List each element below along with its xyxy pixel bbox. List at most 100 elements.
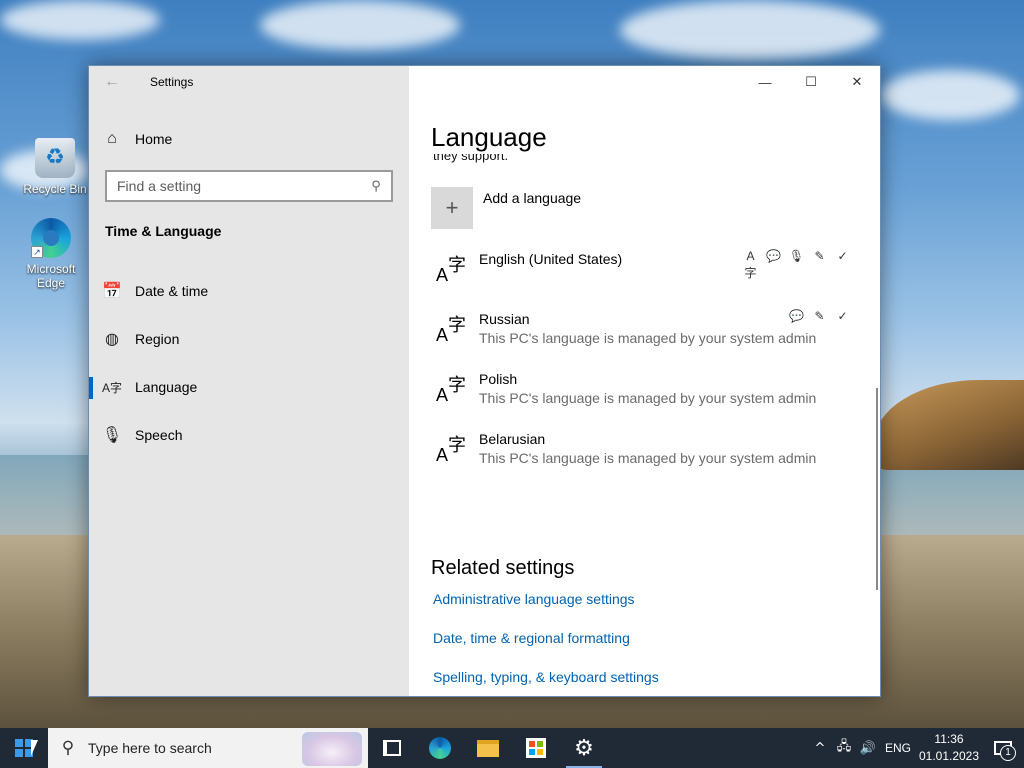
category-title: Time & Language	[105, 223, 222, 239]
language-icon: A字	[436, 375, 466, 405]
nav-home-label: Home	[135, 131, 173, 147]
clock[interactable]: 11:36 01.01.2023	[916, 731, 982, 765]
language-name: Belarusian	[479, 431, 546, 447]
volume-icon[interactable]: 🔊	[856, 741, 880, 756]
recycle-bin-label: Recycle Bin	[23, 182, 87, 196]
file-explorer-taskbar-button[interactable]	[464, 728, 512, 768]
start-button[interactable]	[0, 728, 48, 768]
text-to-speech-icon: 💬	[789, 309, 804, 323]
page-title: Language	[431, 122, 547, 152]
maximize-button[interactable]: ☐	[788, 66, 834, 98]
edge-taskbar-button[interactable]	[416, 728, 464, 768]
language-name: English (United States)	[479, 251, 623, 267]
scrollbar-thumb[interactable]	[876, 388, 878, 590]
scrolled-text-fragment: they support.	[433, 154, 509, 163]
mouse-cursor	[31, 740, 38, 756]
store-icon	[526, 738, 546, 758]
language-feature-icons: A字 💬 🎙 ✎ ✓	[742, 248, 851, 280]
language-item-english[interactable]: A字 English (United States) A字 💬 🎙 ✎ ✓	[431, 247, 851, 303]
input-language-indicator[interactable]: ENG	[880, 741, 916, 755]
language-status: This PC's language is managed by your sy…	[479, 390, 817, 406]
language-status: This PC's language is managed by your sy…	[479, 330, 817, 346]
find-setting-box[interactable]: ⚲	[105, 170, 393, 202]
taskbar-search-box[interactable]: ⚲ Type here to search	[48, 728, 368, 768]
settings-taskbar-button[interactable]: ⚙	[560, 728, 608, 768]
system-tray: ^ 🖧 🔊 ENG 11:36 01.01.2023 1	[808, 728, 1024, 768]
gear-icon: ⚙	[574, 735, 594, 761]
sidebar-item-label: Region	[135, 331, 180, 347]
minimize-icon: —	[758, 74, 772, 90]
language-feature-icons: 💬 ✎ ✓	[788, 308, 851, 325]
find-setting-input[interactable]	[107, 178, 361, 194]
sidebar-item-label: Language	[135, 379, 198, 395]
settings-window: ← Settings ⌂ Home ⚲ Time & Language 📅 Da…	[88, 65, 881, 697]
settings-sidebar: ← Settings ⌂ Home ⚲ Time & Language 📅 Da…	[89, 66, 409, 696]
keyboard-settings-link[interactable]: Spelling, typing, & keyboard settings	[433, 669, 659, 685]
add-language-label: Add a language	[483, 190, 582, 206]
edge-desktop-icon[interactable]: ↗ Microsoft Edge	[16, 218, 86, 290]
taskbar: ⚲ Type here to search ⚙ ^ 🖧 🔊 ENG 11:36 …	[0, 728, 1024, 768]
language-icon: A字	[436, 315, 466, 345]
title-bar[interactable]: ← Settings	[89, 66, 409, 98]
microphone-icon: 🎙	[101, 427, 123, 444]
edge-icon: ↗	[31, 218, 71, 258]
clock-time: 11:36	[934, 732, 964, 746]
minimize-button[interactable]: —	[742, 66, 788, 98]
related-settings-title: Related settings	[431, 557, 575, 579]
recycle-bin-desktop-icon[interactable]: Recycle Bin	[20, 138, 90, 196]
close-button[interactable]: ✕	[834, 66, 880, 98]
language-item-belarusian[interactable]: A字 Belarusian This PC's language is mana…	[431, 427, 851, 483]
sidebar-item-language[interactable]: A字 Language	[89, 367, 409, 407]
sidebar-item-date-time[interactable]: 📅 Date & time	[89, 271, 409, 311]
close-icon: ✕	[851, 74, 863, 89]
edge-label: Microsoft Edge	[26, 262, 76, 290]
edge-icon	[429, 737, 451, 759]
maximize-icon: ☐	[805, 74, 817, 89]
home-icon: ⌂	[107, 130, 117, 147]
speech-recognition-icon: 🎙	[788, 249, 805, 263]
recycle-bin-icon	[35, 138, 75, 178]
taskbar-search-placeholder: Type here to search	[88, 740, 212, 756]
back-arrow-icon: ←	[104, 73, 120, 90]
notification-count-badge: 1	[1000, 745, 1016, 761]
text-to-speech-icon: 💬	[766, 249, 781, 263]
sidebar-item-region[interactable]: ◍ Region	[89, 319, 409, 359]
regional-formatting-link[interactable]: Date, time & regional formatting	[433, 630, 630, 646]
handwriting-icon: ✎	[814, 309, 825, 323]
search-highlight-image	[302, 732, 362, 766]
language-icon: A字	[101, 380, 122, 395]
language-name: Russian	[479, 311, 530, 327]
admin-language-settings-link[interactable]: Administrative language settings	[433, 591, 635, 607]
display-language-icon: A字	[744, 249, 757, 280]
folder-icon	[477, 739, 499, 757]
window-controls: — ☐ ✕	[742, 66, 880, 98]
globe-icon: ◍	[105, 331, 119, 348]
task-view-button[interactable]	[368, 728, 416, 768]
nav-home[interactable]: ⌂ Home	[89, 121, 409, 157]
settings-content: — ☐ ✕ Language they support. + Add a lan…	[409, 66, 880, 696]
language-status: This PC's language is managed by your sy…	[479, 450, 817, 466]
handwriting-icon: ✎	[814, 249, 825, 263]
task-view-icon	[383, 740, 401, 756]
language-icon: A字	[436, 255, 466, 285]
sidebar-item-speech[interactable]: 🎙 Speech	[89, 415, 409, 455]
sidebar-item-label: Date & time	[135, 283, 209, 299]
language-item-polish[interactable]: A字 Polish This PC's language is managed …	[431, 367, 851, 423]
add-language-button[interactable]: + Add a language	[431, 187, 581, 229]
shortcut-arrow-icon: ↗	[31, 246, 43, 258]
back-button[interactable]: ←	[99, 72, 125, 92]
spell-check-icon: ✓	[837, 309, 848, 323]
sidebar-item-label: Speech	[135, 427, 183, 443]
plus-icon: +	[431, 187, 473, 229]
language-icon: A字	[436, 435, 466, 465]
window-title: Settings	[150, 75, 194, 89]
language-item-russian[interactable]: A字 Russian This PC's language is managed…	[431, 307, 851, 363]
chevron-up-icon[interactable]: ^	[808, 741, 832, 756]
clock-date: 01.01.2023	[918, 749, 980, 763]
spell-check-icon: ✓	[837, 249, 848, 263]
language-name: Polish	[479, 371, 518, 387]
notification-center-button[interactable]: 1	[982, 728, 1024, 768]
store-taskbar-button[interactable]	[512, 728, 560, 768]
network-icon[interactable]: 🖧	[832, 737, 856, 759]
calendar-clock-icon: 📅	[102, 283, 122, 300]
